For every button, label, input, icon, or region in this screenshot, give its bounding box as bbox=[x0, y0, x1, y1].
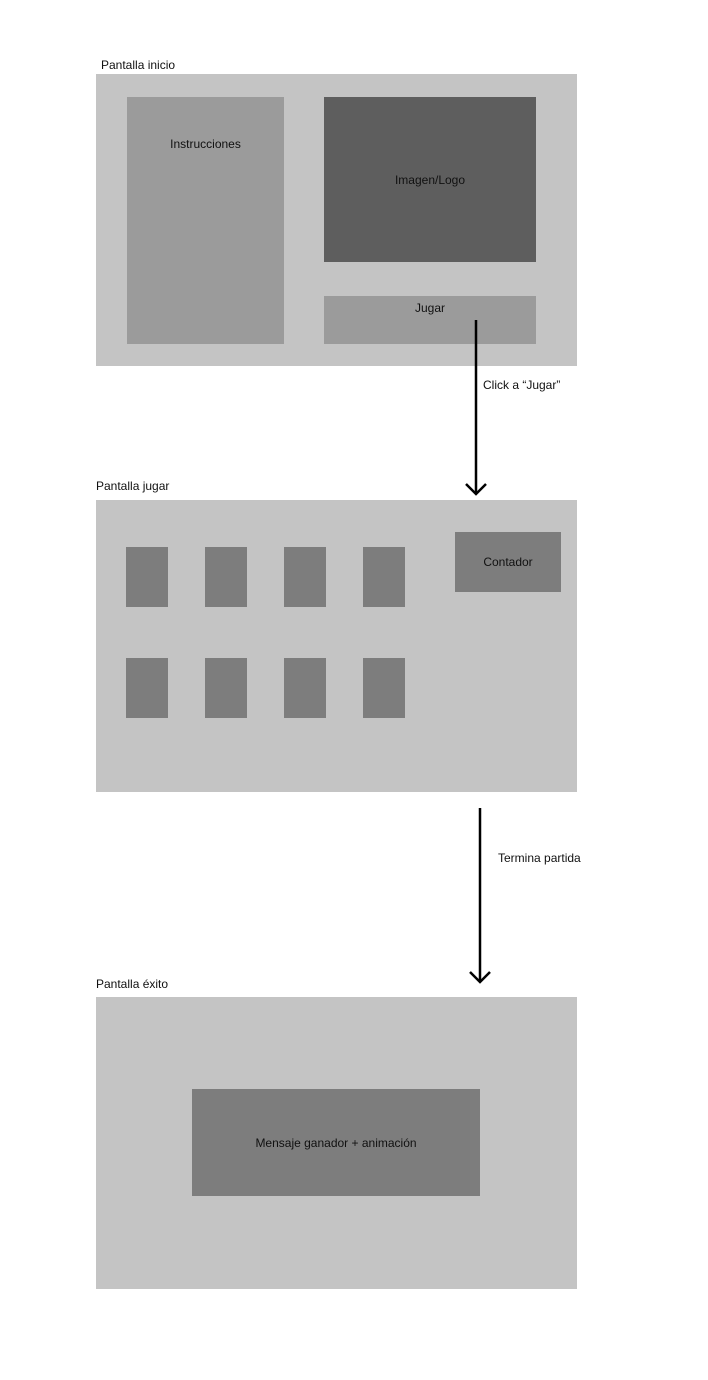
game-card[interactable] bbox=[363, 547, 405, 607]
game-card[interactable] bbox=[205, 547, 247, 607]
transition-label-1: Click a “Jugar” bbox=[483, 378, 561, 392]
transition-arrow-1 bbox=[465, 320, 487, 496]
transition-arrow-2 bbox=[469, 808, 491, 984]
instructions-label: Instrucciones bbox=[170, 137, 241, 151]
winner-message-label: Mensaje ganador + animación bbox=[255, 1135, 417, 1150]
play-button-label: Jugar bbox=[414, 301, 446, 315]
game-card[interactable] bbox=[126, 547, 168, 607]
counter-label: Contador bbox=[483, 555, 533, 569]
game-card[interactable] bbox=[126, 658, 168, 718]
game-card[interactable] bbox=[284, 547, 326, 607]
game-card[interactable] bbox=[205, 658, 247, 718]
screen-title-jugar: Pantalla jugar bbox=[96, 479, 170, 493]
logo-placeholder: Imagen/Logo bbox=[324, 97, 536, 262]
screen-exito: Mensaje ganador + animación bbox=[96, 997, 577, 1289]
game-card[interactable] bbox=[284, 658, 326, 718]
counter-box: Contador bbox=[455, 532, 561, 592]
logo-label: Imagen/Logo bbox=[394, 172, 466, 187]
transition-label-2: Termina partida bbox=[498, 851, 581, 865]
screen-title-inicio: Pantalla inicio bbox=[101, 58, 176, 72]
screen-inicio: Instrucciones Imagen/Logo Jugar bbox=[96, 74, 577, 366]
screen-jugar: Contador bbox=[96, 500, 577, 792]
instructions-panel: Instrucciones bbox=[127, 97, 284, 344]
winner-message-box: Mensaje ganador + animación bbox=[192, 1089, 480, 1196]
game-card[interactable] bbox=[363, 658, 405, 718]
screen-title-exito: Pantalla éxito bbox=[96, 977, 169, 991]
play-button[interactable]: Jugar bbox=[324, 296, 536, 344]
